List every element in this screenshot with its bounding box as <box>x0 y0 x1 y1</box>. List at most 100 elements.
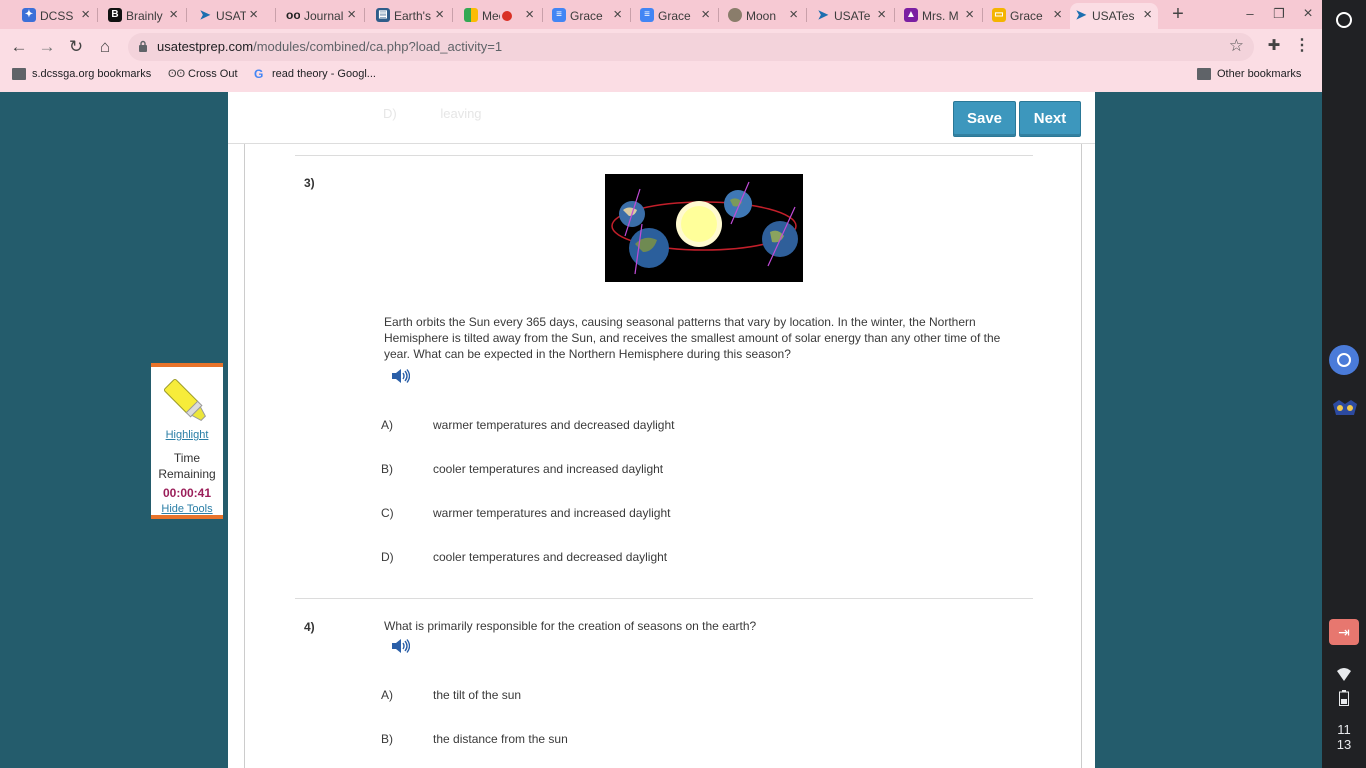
battery-icon[interactable] <box>1339 690 1349 706</box>
tab-label: Grace <box>570 9 603 23</box>
docs-logo-icon: ≡ <box>552 8 566 22</box>
highlight-link[interactable]: Highlight <box>151 429 223 441</box>
back-button[interactable]: ← <box>8 36 30 58</box>
tab-mrs-m[interactable]: ▲ Mrs. M × <box>900 3 980 29</box>
tab-label: Moon <box>746 9 777 23</box>
new-tab-button[interactable]: + <box>1168 4 1188 24</box>
bookmark-read-theory[interactable]: G read theory - Googl... <box>254 68 376 80</box>
tab-usatestprep[interactable]: ➤ USATestprep × <box>194 3 264 29</box>
save-button[interactable]: Save <box>953 101 1016 137</box>
bookmark-dcssga-folder[interactable]: s.dcssga.org bookmarks <box>12 68 151 80</box>
answer-option[interactable]: A) warmer temperatures and decreased dayl… <box>381 418 674 432</box>
forward-button[interactable]: → <box>36 36 58 58</box>
option-letter: D) <box>383 106 397 121</box>
highlighter-icon[interactable] <box>163 379 211 425</box>
test-page: D) leaving Save Next 3) Earth orbits the… <box>228 92 1095 768</box>
assistant-icon[interactable] <box>1329 345 1359 375</box>
divider <box>295 598 1033 599</box>
bookmark-label: read theory - Googl... <box>272 68 376 80</box>
option-text: cooler temperatures and decreased daylig… <box>433 550 668 564</box>
question-text: Earth orbits the Sun every 365 days, cau… <box>384 315 1001 361</box>
answer-option[interactable]: A) the tilt of the sun <box>381 688 521 702</box>
system-clock[interactable]: 11 13 <box>1322 722 1366 752</box>
bookmark-cross-out[interactable]: ʘʘ Cross Out <box>168 68 238 80</box>
hide-tools-link[interactable]: Hide Tools <box>151 503 223 515</box>
bookmark-label: s.dcssga.org bookmarks <box>32 68 152 80</box>
cursor-logo-icon: ➤ <box>1075 8 1087 22</box>
close-icon[interactable]: × <box>613 7 622 23</box>
cursor-logo-icon: ➤ <box>817 8 829 22</box>
close-icon[interactable]: × <box>347 7 356 23</box>
questions-panel: 3) Earth orbits the Sun every 365 days, … <box>244 144 1082 768</box>
close-icon[interactable]: × <box>435 7 444 23</box>
tab-label: Grace <box>658 9 691 23</box>
close-icon[interactable]: × <box>877 7 886 23</box>
browser-chrome: ✦ DCSS × B Brainly × ➤ USATestprep × oo … <box>0 0 1322 92</box>
tab-grace-doc-2[interactable]: ≡ Grace × <box>636 3 716 29</box>
brainly-logo-icon: B <box>108 8 122 22</box>
answer-option[interactable]: B) cooler temperatures and increased dayl… <box>381 462 663 476</box>
close-icon[interactable]: × <box>525 7 534 23</box>
tab-grace-slides[interactable]: ▭ Grace × <box>988 3 1068 29</box>
close-icon[interactable]: × <box>789 7 798 23</box>
tab-earths[interactable]: ▤ Earth's × <box>372 3 450 29</box>
divider <box>295 155 1033 156</box>
question-text: What is primarily responsible for the cr… <box>384 619 757 633</box>
tab-brainly[interactable]: B Brainly × <box>104 3 184 29</box>
answer-option[interactable]: D) cooler temperatures and decreased dayl… <box>381 550 667 564</box>
timer-value: 00:00:41 <box>162 486 212 500</box>
tab-moon[interactable]: Moon × <box>724 3 804 29</box>
close-icon[interactable]: × <box>1053 7 1062 23</box>
option-text: the tilt of the sun <box>433 688 522 702</box>
exit-icon[interactable]: ⇥ <box>1329 619 1359 645</box>
close-icon[interactable]: × <box>965 7 974 23</box>
option-text: leaving <box>440 106 482 121</box>
meet-logo-icon <box>464 8 478 22</box>
close-window-icon[interactable]: × <box>1298 5 1318 23</box>
close-icon[interactable]: × <box>169 7 178 23</box>
minimize-icon[interactable]: – <box>1240 5 1260 23</box>
bookmark-other-folder[interactable]: Other bookmarks <box>1197 68 1301 80</box>
speaker-icon[interactable] <box>390 638 410 654</box>
close-icon[interactable]: × <box>701 7 710 23</box>
tab-grace-doc[interactable]: ≡ Grace × <box>548 3 628 29</box>
clock-hour: 11 <box>1337 722 1351 737</box>
bookmark-label: Other bookmarks <box>1217 68 1302 80</box>
home-button[interactable]: ⌂ <box>94 36 116 58</box>
tab-dcss[interactable]: ✦ DCSS × <box>18 3 96 29</box>
option-letter: B) <box>381 462 393 476</box>
bookmarks-bar: s.dcssga.org bookmarks ʘʘ Cross Out G re… <box>0 64 1322 86</box>
bookmark-star-icon[interactable]: ☆ <box>1229 36 1244 56</box>
reload-button[interactable]: ↻ <box>65 36 87 58</box>
close-icon[interactable]: × <box>249 7 258 23</box>
restore-icon[interactable]: ❐ <box>1269 5 1289 23</box>
url-host: usatestprep.com <box>157 39 254 54</box>
owl-icon: ʘʘ <box>168 68 186 80</box>
wifi-icon[interactable] <box>1337 668 1351 682</box>
tab-usatestprep-active[interactable]: ➤ USATestprep × <box>1070 3 1158 29</box>
previous-option-faded: D) leaving <box>383 106 522 121</box>
speaker-icon[interactable] <box>390 368 410 384</box>
extensions-icon[interactable]: ✚ <box>1264 36 1284 56</box>
answer-option[interactable]: B) the distance from the sun <box>381 732 568 746</box>
tab-meet[interactable]: Meet × <box>460 3 540 29</box>
question-number: 3) <box>304 176 315 190</box>
owl-icon[interactable] <box>1332 400 1358 418</box>
menu-icon[interactable]: ⋮ <box>1294 35 1310 57</box>
tab-label: Grace <box>1010 9 1043 23</box>
close-icon[interactable]: × <box>81 7 90 23</box>
launcher-icon[interactable] <box>1336 12 1352 28</box>
tab-journal[interactable]: oo Journal × <box>282 3 362 29</box>
cursor-logo-icon: ➤ <box>199 8 211 22</box>
next-button[interactable]: Next <box>1019 101 1081 137</box>
tab-usatestprep-2[interactable]: ➤ USATestprep × <box>812 3 892 29</box>
tab-label: USATestprep <box>834 9 870 23</box>
option-text: the distance from the sun <box>433 732 568 746</box>
close-icon[interactable]: × <box>1143 7 1152 23</box>
folder-icon <box>12 68 26 80</box>
moon-icon <box>728 8 742 22</box>
option-letter: D) <box>381 550 394 564</box>
answer-option[interactable]: C) warmer temperatures and increased dayl… <box>381 506 670 520</box>
address-bar[interactable]: usatestprep.com/modules/combined/ca.php?… <box>128 33 1254 61</box>
option-text: warmer temperatures and increased daylig… <box>433 506 671 520</box>
